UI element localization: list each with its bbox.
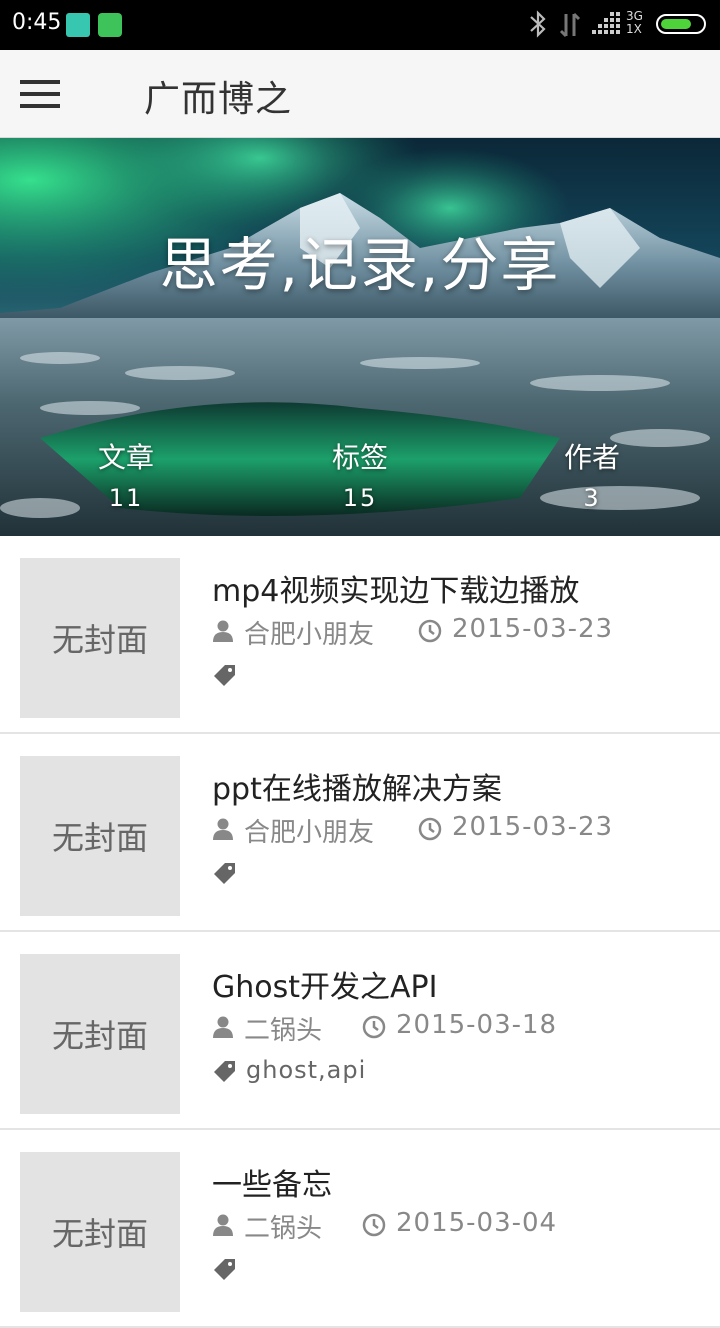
tag-icon	[214, 1061, 235, 1082]
network-type-bottom: 1X	[626, 22, 642, 36]
stat-articles-value: 11	[108, 484, 144, 512]
network-type: 3G 1X	[626, 10, 643, 36]
post-title[interactable]: mp4视频实现边下载边播放	[212, 566, 579, 610]
post-date: 2015-03-23	[452, 812, 614, 842]
clock-icon	[362, 1213, 386, 1237]
user-icon	[213, 818, 233, 840]
post-date: 2015-03-18	[396, 1010, 558, 1040]
clock-icon	[418, 817, 442, 841]
post-author[interactable]: 二锅头	[244, 1010, 322, 1047]
stat-authors[interactable]: 作者 3	[522, 438, 662, 518]
post-list: 无封面 mp4视频实现边下载边播放 合肥小朋友 2015-03-23 无封面 p…	[0, 536, 720, 1328]
app-notification-icon	[66, 13, 90, 37]
status-time: 0:45	[12, 10, 62, 35]
post-date: 2015-03-23	[452, 614, 614, 644]
post-cover-placeholder: 无封面	[20, 954, 180, 1114]
user-icon	[213, 1214, 233, 1236]
menu-icon[interactable]	[20, 80, 60, 108]
post-tag-list[interactable]: ghost,api	[246, 1056, 366, 1084]
stat-tags-value: 15	[342, 484, 378, 512]
tag-icon	[214, 665, 235, 686]
tag-icon	[214, 863, 235, 884]
post-item[interactable]: 无封面 ppt在线播放解决方案 合肥小朋友 2015-03-23	[0, 734, 720, 932]
clock-icon	[418, 619, 442, 643]
bluetooth-icon	[530, 10, 546, 38]
hero-banner: 思考,记录,分享 文章 11 标签 15 作者 3	[0, 138, 720, 536]
post-title[interactable]: Ghost开发之API	[212, 962, 437, 1006]
post-item[interactable]: 无封面 Ghost开发之API 二锅头 2015-03-18 ghost,api	[0, 932, 720, 1130]
stat-articles[interactable]: 文章 11	[56, 438, 196, 518]
post-date: 2015-03-04	[396, 1208, 558, 1238]
post-item[interactable]: 无封面 mp4视频实现边下载边播放 合肥小朋友 2015-03-23	[0, 536, 720, 734]
post-cover-placeholder: 无封面	[20, 558, 180, 718]
post-cover-placeholder: 无封面	[20, 1152, 180, 1312]
stat-tags[interactable]: 标签 15	[290, 438, 430, 518]
stat-articles-label: 文章	[97, 441, 154, 474]
android-app-icon	[98, 13, 122, 37]
user-icon	[213, 1016, 233, 1038]
post-item[interactable]: 无封面 一些备忘 二锅头 2015-03-04	[0, 1130, 720, 1328]
app-toolbar: 广而博之	[0, 50, 720, 138]
user-icon	[213, 620, 233, 642]
stat-authors-label: 作者	[563, 441, 620, 474]
post-title[interactable]: ppt在线播放解决方案	[212, 764, 502, 808]
data-transfer-icon	[559, 12, 581, 38]
site-title: 广而博之	[144, 79, 293, 120]
post-cover-placeholder: 无封面	[20, 756, 180, 916]
tag-icon	[214, 1259, 235, 1280]
signal-icon	[592, 12, 620, 34]
post-author[interactable]: 合肥小朋友	[244, 812, 374, 849]
stat-authors-value: 3	[583, 484, 601, 512]
stat-tags-label: 标签	[331, 441, 388, 474]
battery-icon	[656, 14, 706, 34]
post-title[interactable]: 一些备忘	[212, 1160, 332, 1204]
post-author[interactable]: 二锅头	[244, 1208, 322, 1245]
clock-icon	[362, 1015, 386, 1039]
post-author[interactable]: 合肥小朋友	[244, 614, 374, 651]
status-bar: 0:45 3G 1X	[0, 0, 720, 50]
hero-slogan: 思考,记录,分享	[159, 231, 561, 299]
